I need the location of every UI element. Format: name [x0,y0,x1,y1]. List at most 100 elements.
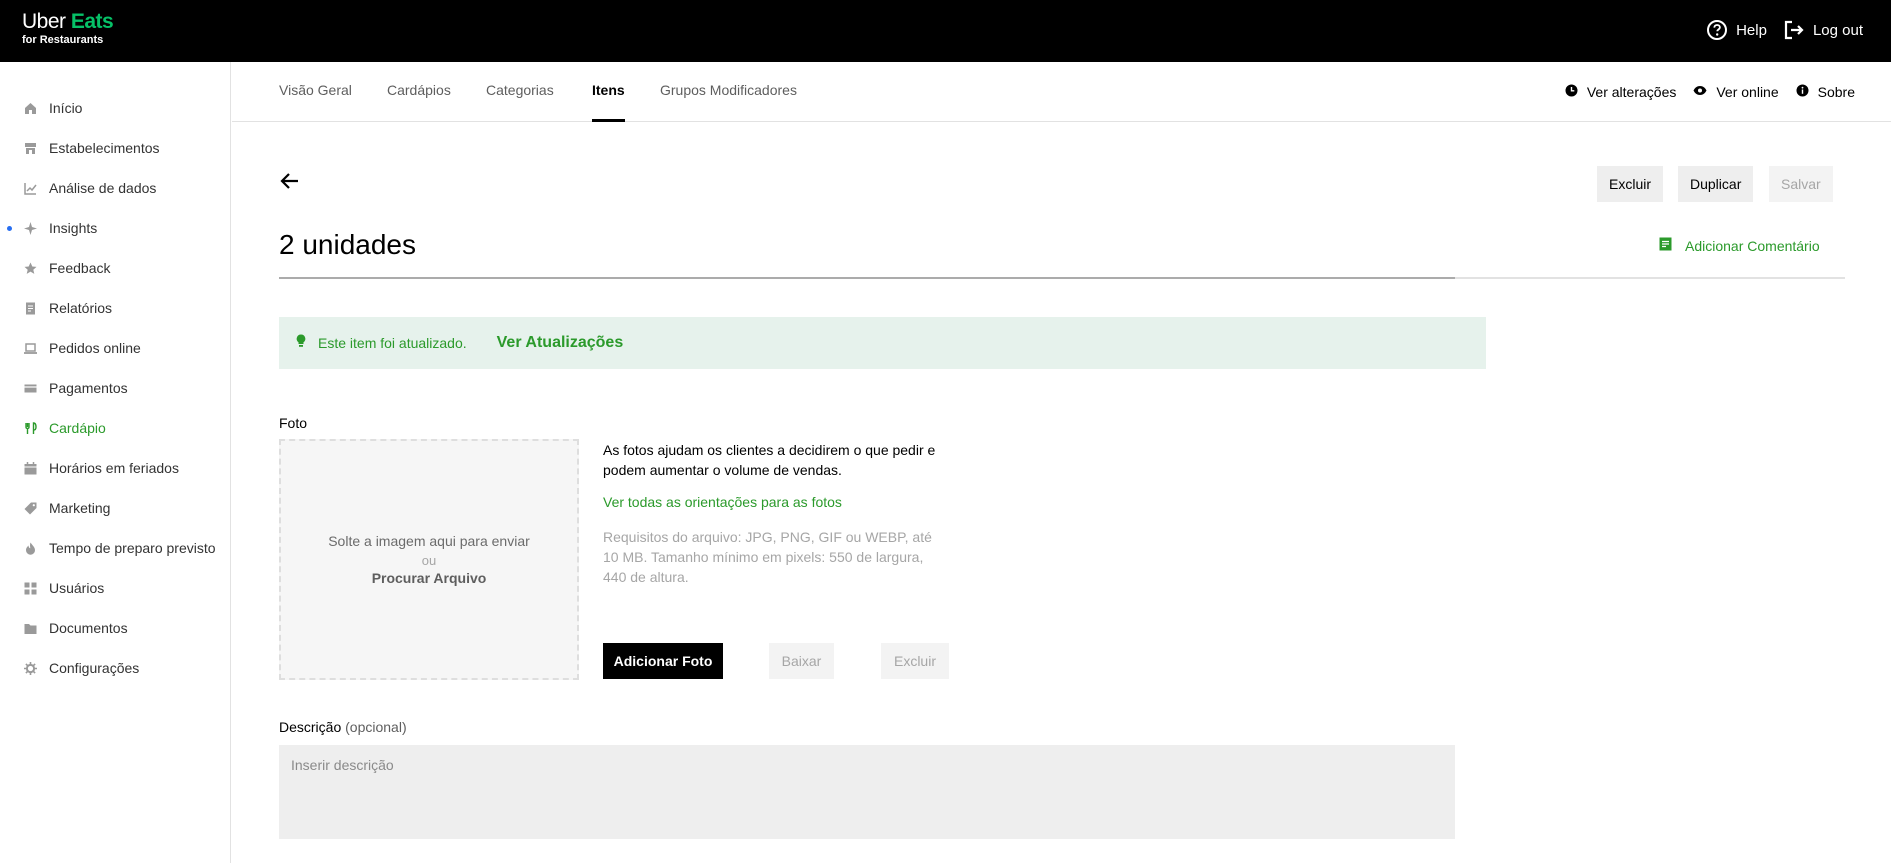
tab-itens[interactable]: Itens [592,62,625,122]
sidebar-item-marketing[interactable]: Marketing [0,488,230,528]
sidebar: Início Estabelecimentos Análise de dados… [0,62,231,863]
view-changes-label: Ver alterações [1586,84,1677,100]
sidebar-item-label: Relatórios [49,300,113,316]
note-icon [1659,237,1672,254]
description-label-text: Descrição [279,719,342,735]
users-icon [24,582,37,595]
sidebar-item-documentos[interactable]: Documentos [0,608,230,648]
photo-description: As fotos ajudam os clientes a decidirem … [603,442,936,478]
sidebar-item-label: Pedidos online [49,340,141,356]
eye-icon [1693,84,1707,100]
add-comment-label: Adicionar Comentário [1685,237,1820,254]
photo-guidelines-link[interactable]: Ver todas as orientações para as fotos [603,494,842,510]
help-button[interactable]: Help [1706,19,1767,41]
description-input[interactable] [279,745,1455,839]
sidebar-item-label: Cardápio [49,420,106,436]
sidebar-item-label: Pagamentos [49,380,128,396]
sidebar-item-insights[interactable]: Insights [0,208,230,248]
view-online-label: Ver online [1716,84,1779,100]
laptop-icon [24,342,37,355]
top-bar: Uber Eats for Restaurants Help Log out [0,0,1891,62]
about-button[interactable]: Sobre [1796,84,1855,100]
sidebar-item-label: Marketing [49,500,111,516]
logout-button[interactable]: Log out [1783,19,1863,41]
delete-photo-button[interactable]: Excluir [881,643,949,679]
download-photo-button[interactable]: Baixar [769,643,834,679]
add-comment-button[interactable]: Adicionar Comentário [1659,237,1820,254]
tab-cardapios[interactable]: Cardápios [387,62,451,122]
sidebar-item-label: Tempo de preparo previsto [49,540,216,556]
sidebar-item-relatorios[interactable]: Relatórios [0,288,230,328]
sidebar-item-usuarios[interactable]: Usuários [0,568,230,608]
sidebar-item-label: Feedback [49,260,111,276]
uber-eats-logo[interactable]: Uber Eats for Restaurants [22,10,114,46]
description-label: Descrição (opcional) [279,719,407,735]
delete-item-button[interactable]: Excluir [1597,166,1664,202]
photo-label: Foto [279,415,308,431]
title-divider [279,277,1845,279]
logo-subtitle: for Restaurants [22,34,104,46]
lightbulb-icon [296,334,306,353]
info-icon [1796,84,1809,100]
calendar-icon [24,461,37,475]
save-item-button[interactable]: Salvar [1769,166,1833,202]
store-icon [24,142,37,155]
sidebar-item-label: Usuários [49,580,105,596]
sidebar-item-pedidos[interactable]: Pedidos online [0,328,230,368]
sidebar-item-estabelecimentos[interactable]: Estabelecimentos [0,128,230,168]
back-arrow-icon[interactable] [279,170,301,192]
sidebar-item-label: Horários em feriados [49,460,179,476]
photo-dropzone[interactable]: Solte a imagem aqui para enviar ou Procu… [279,439,579,680]
sparkle-icon [24,221,37,235]
sidebar-item-feriados[interactable]: Horários em feriados [0,448,230,488]
flame-icon [24,542,37,555]
sidebar-item-label: Início [49,100,83,116]
logout-icon [1783,19,1805,41]
optional-text: (opcional) [345,719,407,735]
report-icon [24,302,37,315]
tab-categorias[interactable]: Categorias [486,62,554,122]
help-label: Help [1736,21,1767,39]
or-text: ou [421,553,437,568]
tab-visao-geral[interactable]: Visão Geral [279,62,352,122]
sidebar-item-label: Documentos [49,620,128,636]
item-title: 2 unidades [279,229,417,260]
home-icon [24,102,37,115]
photo-requirements: Requisitos do arquivo: JPG, PNG, GIF ou … [603,529,932,585]
sidebar-item-configuracoes[interactable]: Configurações [0,648,230,688]
clock-icon [1565,84,1578,100]
banner-text: Este item foi atualizado. [318,335,467,351]
chart-icon [24,182,37,195]
sidebar-item-label: Estabelecimentos [49,140,160,156]
tag-icon [24,502,37,515]
about-label: Sobre [1817,84,1855,100]
utensils-icon [24,421,37,435]
folder-icon [24,622,37,635]
menu-tabs-bar: Visão Geral Cardápios Categorias Itens G… [232,62,1891,122]
sidebar-item-label: Configurações [49,660,140,676]
view-online-button[interactable]: Ver online [1693,84,1779,100]
sidebar-item-inicio[interactable]: Início [0,88,230,128]
card-icon [24,382,37,395]
sidebar-item-pagamentos[interactable]: Pagamentos [0,368,230,408]
sidebar-item-label: Insights [49,220,98,236]
sidebar-item-analise[interactable]: Análise de dados [0,168,230,208]
help-icon [1706,19,1728,41]
logo-uber-text: Uber [22,10,66,33]
logout-label: Log out [1812,21,1863,39]
drop-text: Solte a imagem aqui para enviar [328,533,530,549]
duplicate-item-button[interactable]: Duplicar [1678,166,1754,202]
tab-grupos-modificadores[interactable]: Grupos Modificadores [660,62,797,122]
browse-file-button[interactable]: Procurar Arquivo [372,570,487,586]
view-changes-button[interactable]: Ver alterações [1565,84,1677,100]
sidebar-item-label: Análise de dados [49,180,157,196]
sidebar-item-feedback[interactable]: Feedback [0,248,230,288]
add-photo-button[interactable]: Adicionar Foto [603,643,723,679]
sidebar-item-tempo-preparo[interactable]: Tempo de preparo previsto [0,528,230,568]
view-updates-link[interactable]: Ver Atualizações [497,334,624,352]
sidebar-item-cardapio[interactable]: Cardápio [0,408,230,448]
logo-eats-text: Eats [70,10,114,33]
gear-icon [24,661,37,675]
update-banner: Este item foi atualizado. Ver Atualizaçõ… [279,317,1486,369]
star-icon [24,262,37,275]
